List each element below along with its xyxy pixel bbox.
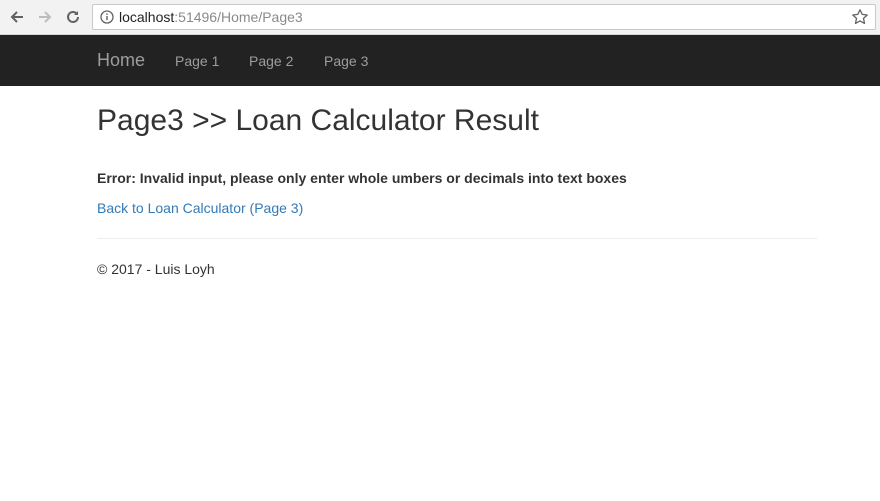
arrow-right-icon (39, 11, 52, 23)
info-icon[interactable] (100, 10, 114, 24)
page-title: Page3 >> Loan Calculator Result (97, 104, 539, 137)
address-bar[interactable]: localhost:51496/Home/Page3 (92, 4, 876, 30)
forward-button[interactable] (34, 6, 56, 28)
back-button[interactable] (6, 6, 28, 28)
nav-link-page-1[interactable]: Page 1 (175, 52, 219, 70)
footer-copyright: © 2017 - Luis Loyh (97, 261, 215, 277)
star-icon[interactable] (851, 8, 869, 26)
reload-icon (67, 10, 79, 23)
nav-link-page-2[interactable]: Page 2 (249, 52, 293, 70)
url-host: localhost (119, 9, 175, 25)
browser-toolbar: localhost:51496/Home/Page3 (0, 0, 880, 35)
error-message: Error: Invalid input, please only enter … (97, 170, 627, 186)
footer-divider (97, 238, 817, 239)
site-navbar: Home Page 1 Page 2 Page 3 (0, 35, 880, 86)
arrow-left-icon (10, 11, 23, 23)
nav-link-page-3[interactable]: Page 3 (324, 52, 368, 70)
back-to-calculator-link[interactable]: Back to Loan Calculator (Page 3) (97, 200, 303, 217)
url-text[interactable]: localhost:51496/Home/Page3 (119, 9, 303, 26)
url-path: :51496/Home/Page3 (174, 9, 303, 25)
navbar-brand-home[interactable]: Home (97, 50, 145, 70)
reload-button[interactable] (62, 6, 84, 28)
